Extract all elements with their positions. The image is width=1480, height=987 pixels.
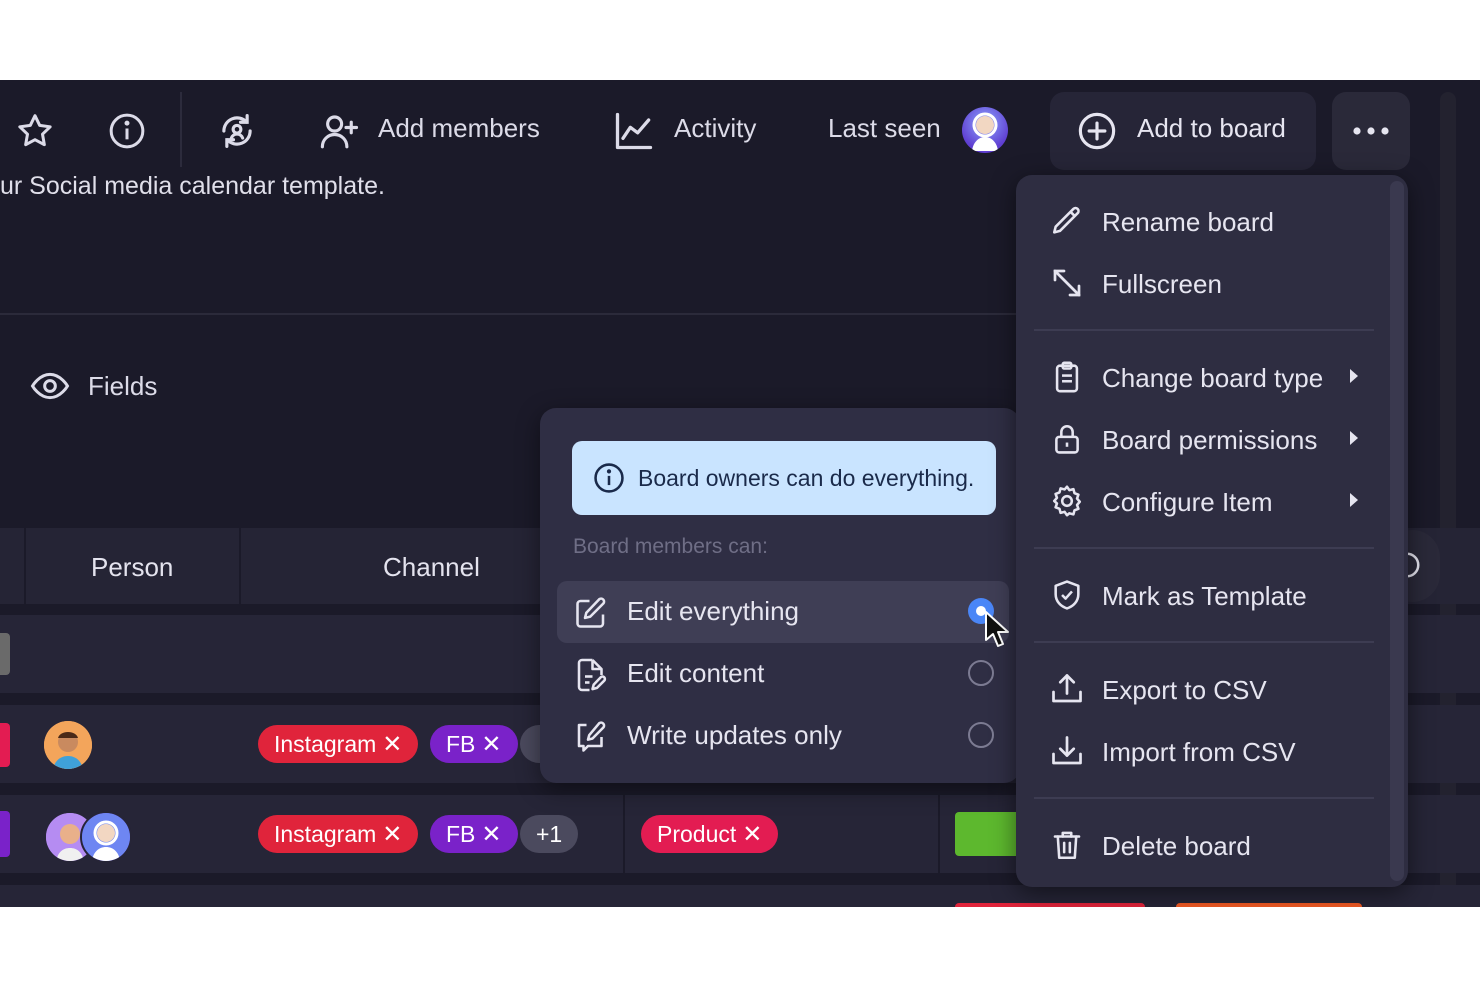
option-write-updates-only[interactable]: Write updates only <box>557 705 1009 767</box>
menu-item-label: Change board type <box>1102 363 1324 393</box>
remove-tag-icon[interactable]: ✕ <box>382 730 402 759</box>
plus-circle-icon <box>1076 110 1118 152</box>
avatar[interactable] <box>44 721 92 769</box>
edit-square-icon <box>573 595 609 631</box>
radio-unselected[interactable] <box>968 722 994 748</box>
menu-item-delete-board[interactable]: Delete board <box>1046 817 1386 873</box>
menu-divider <box>1034 797 1374 799</box>
remove-tag-icon[interactable]: ✕ <box>481 730 501 759</box>
avatar[interactable] <box>80 811 132 863</box>
info-icon <box>594 463 624 493</box>
menu-item-import-csv[interactable]: Import from CSV <box>1046 723 1386 779</box>
row-color-marker <box>0 633 10 675</box>
menu-item-rename-board[interactable]: Rename board <box>1046 193 1386 249</box>
menu-item-fullscreen[interactable]: Fullscreen <box>1046 255 1386 311</box>
menu-item-change-board-type[interactable]: Change board type <box>1046 349 1386 405</box>
board-permissions-popover: Board owners can do everything. Board me… <box>540 408 1020 783</box>
expand-arrow-icon <box>1048 264 1086 302</box>
comment-edit-icon <box>573 719 609 755</box>
board-options-menu: Rename board Fullscreen Change board typ… <box>1016 175 1408 887</box>
row-color-marker <box>0 723 10 767</box>
menu-item-board-permissions[interactable]: Board permissions <box>1046 411 1386 467</box>
activity-chart-icon[interactable] <box>612 109 656 153</box>
status-cell[interactable] <box>1176 903 1362 907</box>
row-color-marker <box>0 811 10 857</box>
remove-tag-icon[interactable]: ✕ <box>481 820 501 849</box>
remove-tag-icon[interactable]: ✕ <box>382 820 402 849</box>
eye-icon <box>30 372 70 400</box>
radio-unselected[interactable] <box>968 660 994 686</box>
option-label: Edit everything <box>627 596 799 626</box>
avatar[interactable] <box>962 107 1008 153</box>
option-edit-content[interactable]: Edit content <box>557 643 1009 705</box>
permissions-info-banner: Board owners can do everything. <box>572 441 996 515</box>
menu-item-label: Rename board <box>1102 207 1274 237</box>
channel-tag-instagram[interactable]: Instagram ✕ <box>258 815 419 853</box>
add-to-board-button[interactable]: Add to board <box>1050 92 1316 170</box>
table-row[interactable] <box>0 885 1480 907</box>
category-tag-product[interactable]: Product ✕ <box>641 815 779 853</box>
section-divider <box>0 313 1020 315</box>
menu-item-label: Mark as Template <box>1102 581 1307 611</box>
status-cell[interactable] <box>955 812 1025 856</box>
chevron-right-icon <box>1350 493 1358 507</box>
more-horizontal-icon <box>1353 127 1389 135</box>
page-scrollbar[interactable] <box>1440 92 1456 907</box>
channel-tag-instagram[interactable]: Instagram ✕ <box>258 725 419 763</box>
menu-item-export-csv[interactable]: Export to CSV <box>1046 661 1386 717</box>
menu-item-mark-as-template[interactable]: Mark as Template <box>1046 567 1386 623</box>
more-options-button[interactable] <box>1332 92 1410 170</box>
file-edit-icon <box>573 657 609 693</box>
menu-item-label: Fullscreen <box>1102 269 1222 299</box>
star-icon[interactable] <box>13 109 57 153</box>
members-permission-label: Board members can: <box>573 535 768 558</box>
menu-divider <box>1034 547 1374 549</box>
option-edit-everything[interactable]: Edit everything <box>557 581 1009 643</box>
toolbar-divider <box>180 92 182 167</box>
menu-divider <box>1034 329 1374 331</box>
column-divider <box>623 795 625 873</box>
status-cell[interactable] <box>955 903 1145 907</box>
board-description: ur Social media calendar template. <box>0 172 385 200</box>
fields-button[interactable]: Fields <box>30 366 157 406</box>
permissions-info-text: Board owners can do everything. <box>638 464 975 491</box>
menu-item-label: Board permissions <box>1102 425 1318 455</box>
activity-button[interactable]: Activity <box>674 113 756 144</box>
info-icon[interactable] <box>105 109 149 153</box>
option-label: Write updates only <box>627 720 842 750</box>
remove-tag-icon[interactable]: ✕ <box>742 820 762 849</box>
lock-icon <box>1048 420 1086 458</box>
fields-label: Fields <box>88 370 158 401</box>
menu-item-label: Export to CSV <box>1102 675 1267 705</box>
chevron-right-icon <box>1350 369 1358 383</box>
sync-icon[interactable] <box>215 109 259 153</box>
gear-icon <box>1048 482 1086 520</box>
channel-tag-fb[interactable]: FB ✕ <box>430 815 518 853</box>
menu-divider <box>1034 641 1374 643</box>
column-header-channel[interactable]: Channel <box>383 552 480 583</box>
pencil-icon <box>1048 202 1086 240</box>
download-icon <box>1048 732 1086 770</box>
last-seen-label: Last seen <box>828 113 941 143</box>
menu-item-label: Configure Item <box>1102 487 1273 517</box>
menu-item-label: Delete board <box>1102 831 1251 861</box>
column-divider <box>938 795 940 873</box>
shield-check-icon <box>1048 576 1086 614</box>
add-member-icon[interactable] <box>317 109 361 153</box>
upload-icon <box>1048 670 1086 708</box>
trash-icon <box>1048 826 1086 864</box>
board-app: Add members Activity Last seen Add to bo… <box>0 80 1480 907</box>
menu-scrollbar[interactable] <box>1390 181 1404 881</box>
column-header-person[interactable]: Person <box>91 552 173 583</box>
clipboard-icon <box>1048 358 1086 396</box>
option-label: Edit content <box>627 658 765 688</box>
chevron-right-icon <box>1350 431 1358 445</box>
add-members-button[interactable]: Add members <box>378 113 540 144</box>
add-to-board-label: Add to board <box>1137 113 1286 143</box>
menu-item-configure-item[interactable]: Configure Item <box>1046 473 1386 529</box>
mouse-cursor-icon <box>983 610 1017 650</box>
more-tags-pill[interactable]: +1 <box>520 815 579 853</box>
channel-tag-fb[interactable]: FB ✕ <box>430 725 518 763</box>
menu-item-label: Import from CSV <box>1102 737 1296 767</box>
